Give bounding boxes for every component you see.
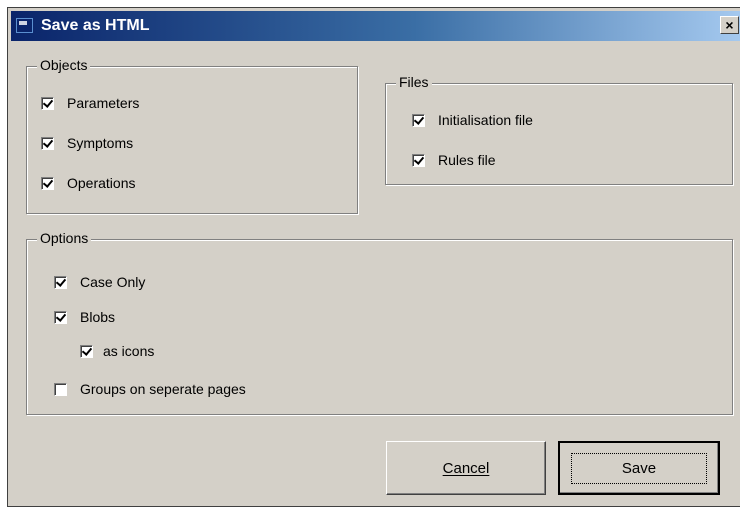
- checkbox-label: as icons: [103, 343, 155, 359]
- checkbox-label: Case Only: [80, 274, 146, 290]
- save-as-html-dialog: Save as HTML × Objects Parameters Sympto…: [7, 7, 740, 507]
- save-button-focus: Save: [570, 452, 708, 484]
- checkbox-label: Symptoms: [67, 135, 134, 151]
- checkbox-box[interactable]: [54, 382, 67, 396]
- checkbox-box[interactable]: [41, 176, 54, 190]
- close-icon: ×: [725, 17, 734, 33]
- objects-group: Objects Parameters Symptoms Operations: [26, 57, 358, 214]
- case-only-checkbox[interactable]: Case Only: [54, 272, 145, 292]
- checkbox-label: Groups on seperate pages: [80, 381, 246, 397]
- files-group: Files Initialisation file Rules file: [385, 74, 733, 185]
- checkbox-label: Operations: [67, 175, 136, 191]
- checkbox-label: Rules file: [438, 152, 496, 168]
- title-bar[interactable]: Save as HTML ×: [11, 11, 740, 41]
- checkbox-label: Parameters: [67, 95, 140, 111]
- save-button-label: Save: [621, 459, 657, 477]
- checkbox-label: Blobs: [80, 309, 116, 325]
- cancel-button[interactable]: Cancel: [386, 441, 546, 495]
- checkbox-box[interactable]: [412, 153, 425, 167]
- save-button[interactable]: Save: [558, 441, 720, 495]
- symptoms-checkbox[interactable]: Symptoms: [41, 133, 133, 153]
- files-legend: Files: [396, 74, 432, 90]
- operations-checkbox[interactable]: Operations: [41, 173, 135, 193]
- options-group: Options Case Only Blobs as icons Groups …: [26, 230, 733, 415]
- checkbox-box[interactable]: [412, 113, 425, 127]
- checkbox-box[interactable]: [41, 136, 54, 150]
- checkbox-box[interactable]: [41, 96, 54, 110]
- rules-file-checkbox[interactable]: Rules file: [412, 150, 496, 170]
- initialisation-file-checkbox[interactable]: Initialisation file: [412, 110, 533, 130]
- checkbox-label: Initialisation file: [438, 112, 533, 128]
- checkbox-box[interactable]: [54, 310, 67, 324]
- parameters-checkbox[interactable]: Parameters: [41, 93, 139, 113]
- blobs-checkbox[interactable]: Blobs: [54, 307, 115, 327]
- groups-on-separate-pages-checkbox[interactable]: Groups on seperate pages: [54, 379, 246, 399]
- checkbox-box[interactable]: [80, 344, 93, 358]
- checkbox-box[interactable]: [54, 275, 67, 289]
- close-button[interactable]: ×: [720, 16, 739, 34]
- objects-legend: Objects: [37, 57, 91, 73]
- window-title: Save as HTML: [41, 17, 150, 34]
- cancel-button-label: Cancel: [442, 459, 490, 477]
- app-icon: [16, 18, 33, 33]
- as-icons-checkbox[interactable]: as icons: [80, 341, 154, 361]
- options-legend: Options: [37, 230, 92, 246]
